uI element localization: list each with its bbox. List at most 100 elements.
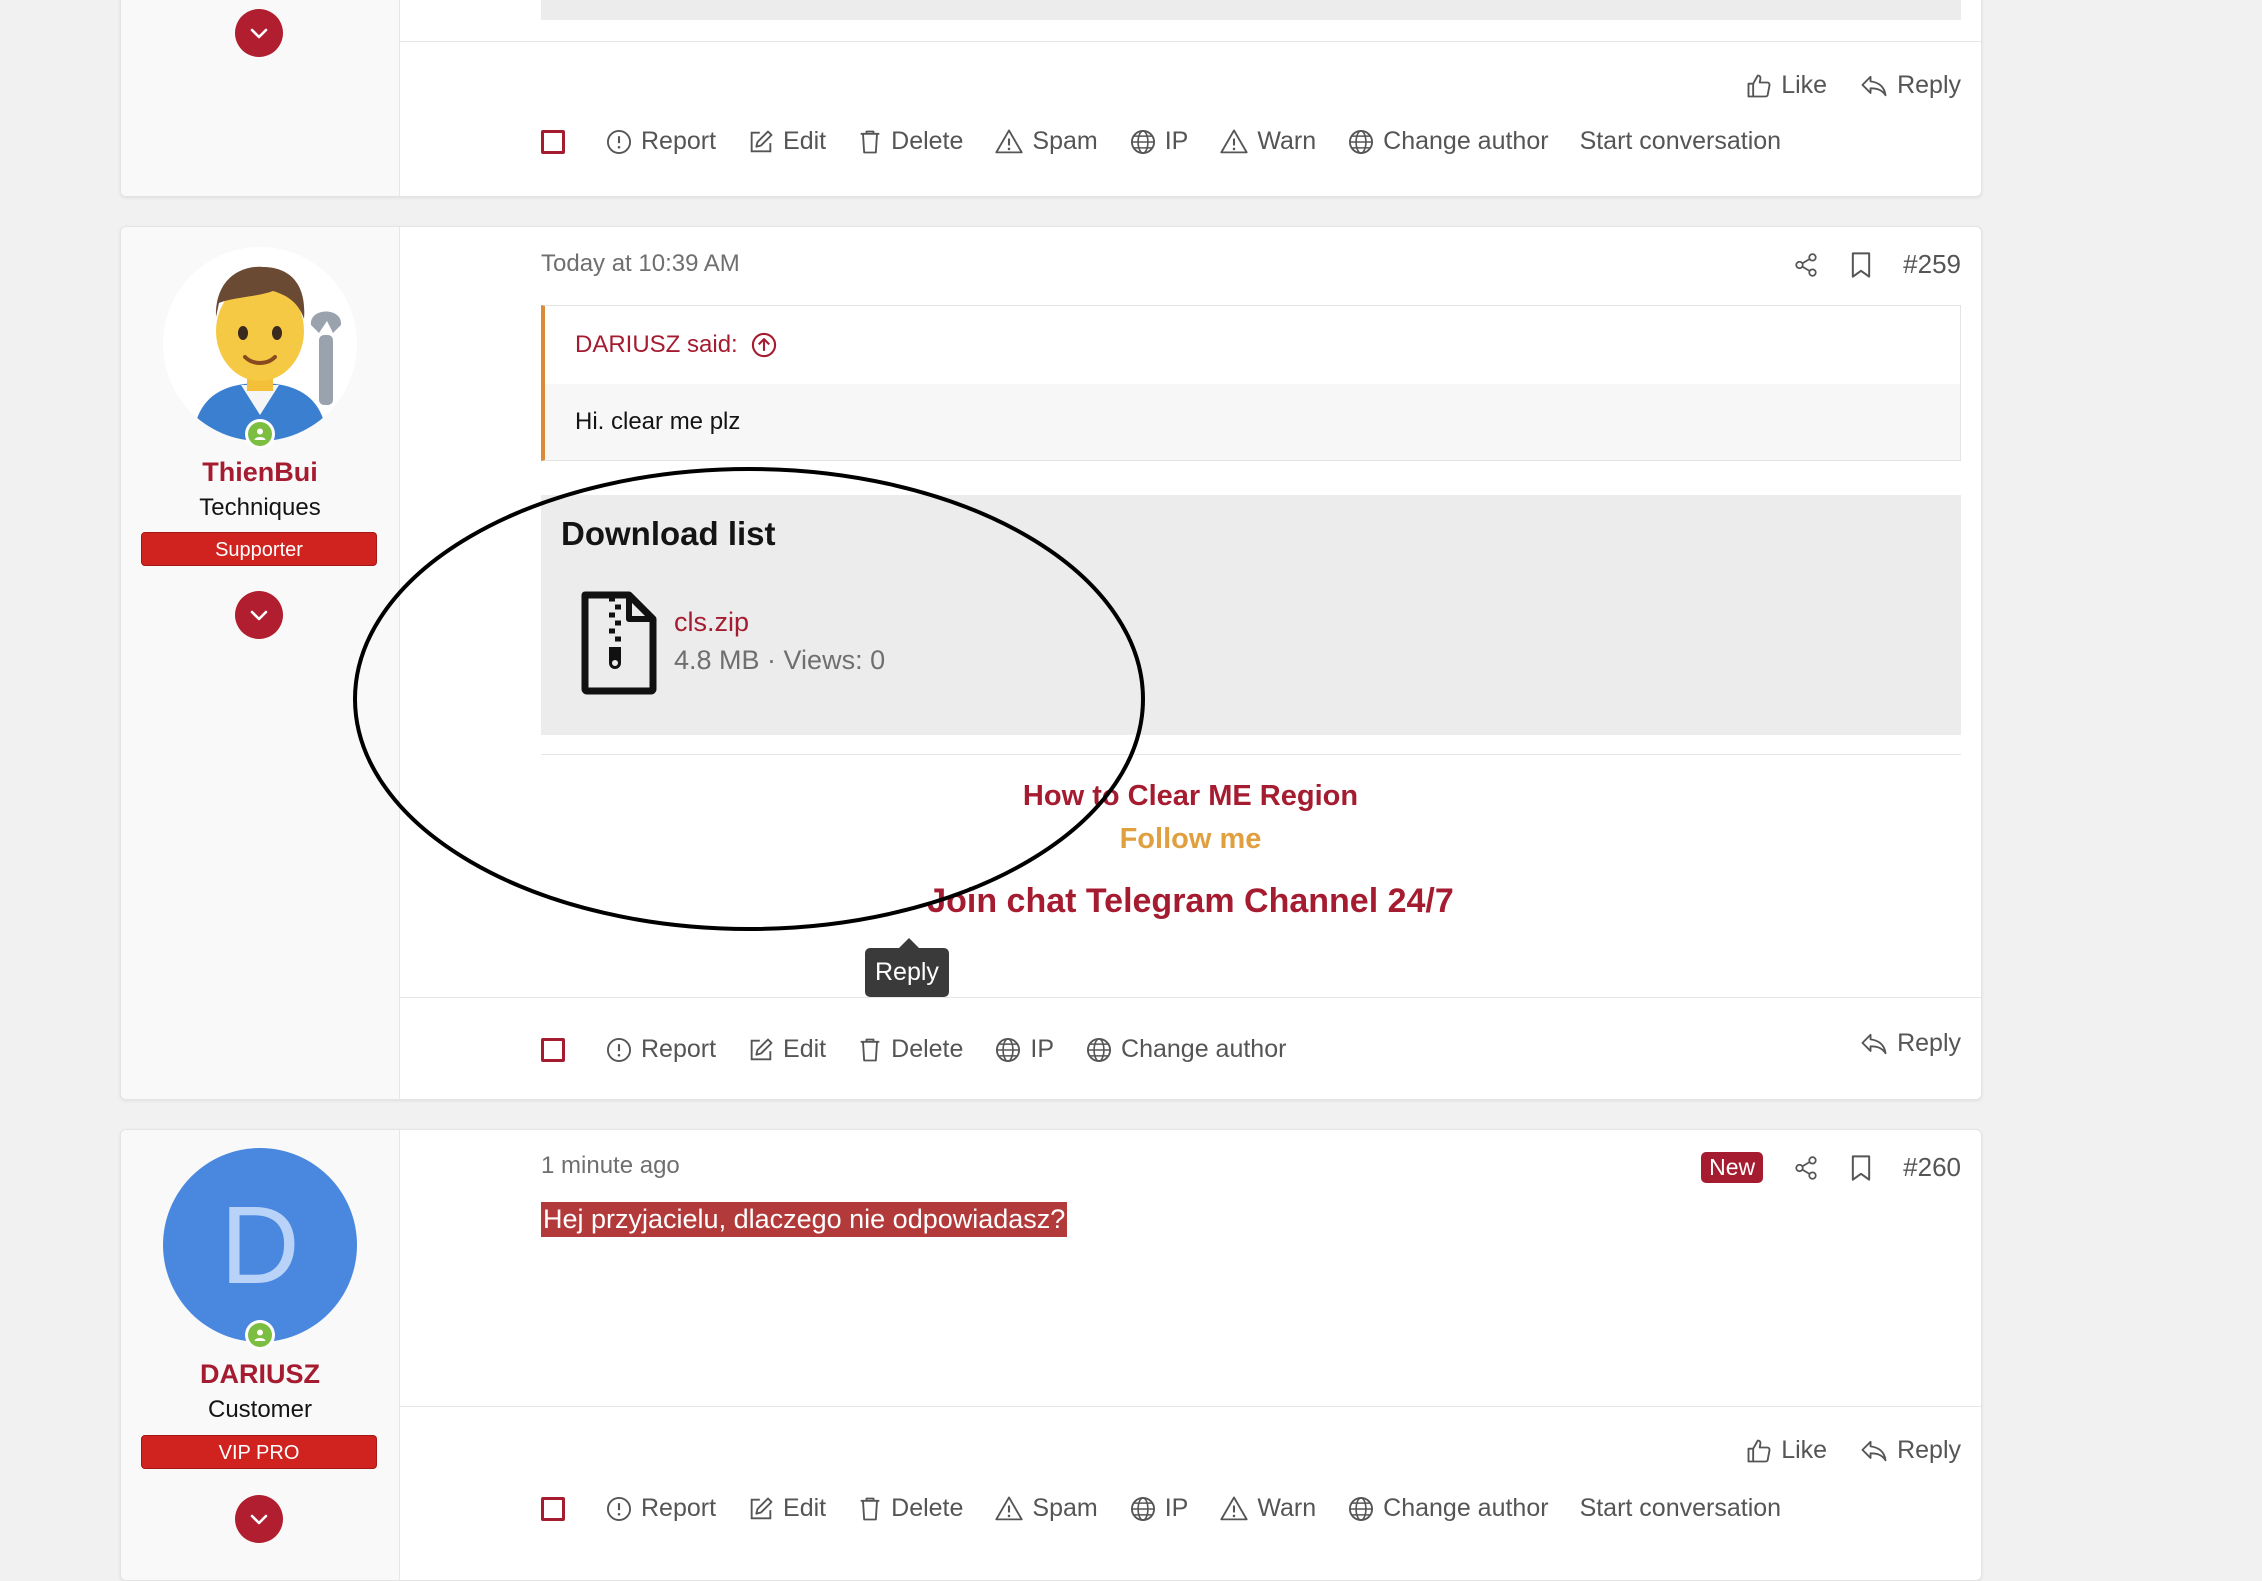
avatar-letter: D bbox=[163, 1148, 357, 1342]
user-icon bbox=[254, 1329, 266, 1341]
chevron-down-icon bbox=[250, 28, 268, 39]
alert-circle-icon bbox=[606, 1037, 632, 1062]
change-author-button[interactable]: Change author bbox=[1347, 1494, 1549, 1523]
change-author-button[interactable]: Change author bbox=[1347, 127, 1549, 156]
user-title: Techniques bbox=[199, 494, 321, 521]
post-date[interactable]: 1 minute ago bbox=[541, 1152, 680, 1180]
username[interactable]: DARIUSZ bbox=[121, 1359, 399, 1390]
chevron-down-icon bbox=[250, 1514, 268, 1525]
user-banner: Supporter bbox=[141, 532, 377, 566]
post-meta-actions: New #260 bbox=[1701, 1152, 1961, 1183]
spam-button[interactable]: Spam bbox=[994, 127, 1098, 156]
change-author-label: Change author bbox=[1383, 1494, 1549, 1522]
edit-button[interactable]: Edit bbox=[747, 1494, 826, 1523]
reply-label: Reply bbox=[1897, 71, 1961, 99]
zip-file-icon[interactable] bbox=[579, 591, 657, 695]
reply-button[interactable]: Reply bbox=[1859, 71, 1961, 100]
user-cell bbox=[121, 0, 400, 196]
expand-user-button[interactable] bbox=[235, 591, 283, 639]
reply-button[interactable]: Reply bbox=[1859, 1436, 1961, 1465]
avatar-initial: D bbox=[220, 1183, 300, 1307]
bookmark-icon[interactable] bbox=[1849, 1154, 1873, 1182]
reply-button[interactable]: Reply bbox=[1859, 1029, 1961, 1058]
warn-label: Warn bbox=[1257, 1494, 1317, 1522]
change-author-label: Change author bbox=[1121, 1035, 1287, 1063]
globe-icon bbox=[1349, 1496, 1374, 1521]
trash-icon bbox=[860, 1497, 880, 1520]
delete-button[interactable]: Delete bbox=[857, 127, 963, 156]
post-previous: Like Reply Report Edit Delete Spam IP Wa… bbox=[120, 0, 1982, 197]
signature-divider bbox=[541, 754, 1961, 755]
alert-circle-icon bbox=[606, 1496, 632, 1521]
post-meta-actions: #259 bbox=[1793, 249, 1961, 280]
avatar[interactable]: D bbox=[163, 1148, 357, 1350]
username[interactable]: ThienBui bbox=[121, 457, 399, 488]
reply-icon bbox=[1861, 75, 1887, 96]
reply-label: Reply bbox=[1897, 1029, 1961, 1057]
ip-button[interactable]: IP bbox=[994, 1035, 1054, 1064]
warn-label: Warn bbox=[1257, 127, 1317, 155]
start-conversation-button[interactable]: Start conversation bbox=[1580, 1494, 1782, 1523]
download-list: Download list cls.zip 4.8 MB · Views: 0 bbox=[541, 495, 1961, 735]
reply-tooltip: Reply bbox=[865, 938, 949, 997]
like-button[interactable]: Like bbox=[1745, 1436, 1827, 1465]
ip-button[interactable]: IP bbox=[1129, 127, 1189, 156]
spam-button[interactable]: Spam bbox=[994, 1494, 1098, 1523]
file-meta: 4.8 MB · Views: 0 bbox=[674, 645, 886, 675]
signature-follow-me[interactable]: Follow me bbox=[400, 823, 1981, 856]
avatar[interactable] bbox=[163, 247, 357, 449]
online-indicator bbox=[245, 1320, 275, 1350]
edit-button[interactable]: Edit bbox=[747, 127, 826, 156]
start-conversation-button[interactable]: Start conversation bbox=[1580, 127, 1782, 156]
post-260: D DARIUSZ Customer VIP PRO 1 minute ago … bbox=[120, 1129, 1982, 1581]
thumbs-up-icon bbox=[1747, 1439, 1771, 1462]
signature-link-clear-me[interactable]: How to Clear ME Region bbox=[400, 780, 1981, 813]
arrow-up-circle-icon[interactable] bbox=[750, 331, 778, 359]
bookmark-icon[interactable] bbox=[1849, 251, 1873, 279]
edit-icon bbox=[750, 1497, 773, 1519]
like-label: Like bbox=[1781, 71, 1828, 99]
warning-triangle-icon bbox=[995, 1496, 1024, 1520]
share-icon[interactable] bbox=[1793, 252, 1819, 278]
expand-user-button[interactable] bbox=[235, 1495, 283, 1543]
like-button[interactable]: Like bbox=[1745, 71, 1827, 100]
reply-icon bbox=[1861, 1033, 1887, 1054]
select-checkbox[interactable] bbox=[541, 1496, 565, 1521]
select-checkbox[interactable] bbox=[541, 1037, 565, 1062]
expand-user-button[interactable] bbox=[235, 9, 283, 57]
ip-label: IP bbox=[1164, 127, 1189, 155]
globe-icon bbox=[1349, 129, 1374, 154]
change-author-button[interactable]: Change author bbox=[1085, 1035, 1286, 1064]
online-indicator bbox=[245, 419, 275, 449]
select-checkbox[interactable] bbox=[541, 129, 565, 154]
user-banner: VIP PRO bbox=[141, 1435, 377, 1469]
post-number[interactable]: #260 bbox=[1903, 1152, 1961, 1183]
warn-button[interactable]: Warn bbox=[1219, 127, 1316, 156]
delete-button[interactable]: Delete bbox=[857, 1494, 963, 1523]
start-conversation-label: Start conversation bbox=[1579, 1494, 1782, 1522]
spam-label: Spam bbox=[1032, 1494, 1098, 1522]
file-name-link[interactable]: cls.zip bbox=[674, 607, 749, 638]
share-icon[interactable] bbox=[1793, 1155, 1819, 1181]
signature-link-telegram[interactable]: Join chat Telegram Channel 24/7 bbox=[400, 882, 1981, 921]
ip-button[interactable]: IP bbox=[1129, 1494, 1188, 1523]
report-button[interactable]: Report bbox=[605, 1494, 716, 1523]
user-cell: D DARIUSZ Customer VIP PRO bbox=[121, 1130, 400, 1580]
edit-button[interactable]: Edit bbox=[747, 1035, 826, 1064]
warning-triangle-icon bbox=[1220, 1496, 1248, 1520]
quote-author[interactable]: DARIUSZ said: bbox=[575, 331, 738, 359]
reply-icon bbox=[1861, 1440, 1887, 1461]
report-button[interactable]: Report bbox=[605, 1035, 716, 1064]
like-label: Like bbox=[1781, 1436, 1828, 1464]
alert-circle-icon bbox=[606, 129, 632, 154]
post-number[interactable]: #259 bbox=[1903, 249, 1961, 280]
trash-icon bbox=[860, 130, 880, 153]
quote-author-row[interactable]: DARIUSZ said: bbox=[545, 306, 1960, 384]
report-button[interactable]: Report bbox=[605, 127, 716, 156]
warn-button[interactable]: Warn bbox=[1219, 1494, 1316, 1523]
globe-icon bbox=[996, 1037, 1021, 1062]
moderation-bar: Report Edit Delete Spam IP Warn Change a… bbox=[541, 127, 1961, 156]
delete-button[interactable]: Delete bbox=[857, 1035, 963, 1064]
post-date[interactable]: Today at 10:39 AM bbox=[541, 250, 740, 278]
user-cell: ThienBui Techniques Supporter bbox=[121, 227, 400, 1099]
